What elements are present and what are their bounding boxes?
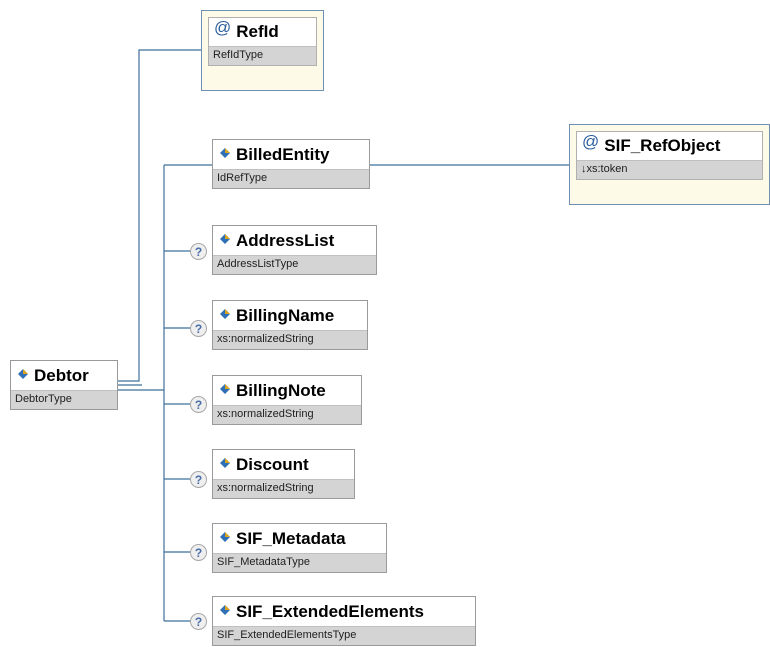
refid-type: RefIdType (209, 46, 316, 65)
element-diamond-icon (220, 604, 230, 615)
discount-title: Discount (213, 450, 354, 479)
sif-metadata-title: SIF_Metadata (213, 524, 386, 553)
at-sign-icon: @ (582, 132, 600, 151)
refid-title: @ RefId (209, 18, 316, 46)
billedentity-node[interactable]: BilledEntity IdRefType (212, 139, 370, 189)
discount-name: Discount (236, 454, 309, 474)
billingname-type: xs:normalizedString (213, 330, 367, 349)
sif-refobject-attribute-node[interactable]: @ SIF_RefObject ↓xs:token (569, 124, 770, 205)
billedentity-name: BilledEntity (236, 144, 330, 164)
billedentity-type: IdRefType (213, 169, 369, 188)
debtor-node[interactable]: Debtor DebtorType (10, 360, 118, 410)
at-sign-icon: @ (214, 18, 232, 37)
addresslist-name: AddressList (236, 230, 335, 250)
billingnote-node[interactable]: BillingNote xs:normalizedString (212, 375, 362, 425)
debtor-name: Debtor (34, 365, 89, 385)
billingname-title: BillingName (213, 301, 367, 330)
addresslist-title: AddressList (213, 226, 376, 255)
addresslist-node[interactable]: AddressList AddressListType (212, 225, 377, 275)
billingnote-title: BillingNote (213, 376, 361, 405)
sif-refobject-title: @ SIF_RefObject (577, 132, 762, 160)
question-mark-icon: ? (190, 396, 207, 413)
sif-extendedelements-type: SIF_ExtendedElementsType (213, 626, 475, 645)
element-diamond-icon (220, 531, 230, 542)
question-mark-icon: ? (190, 613, 207, 630)
sif-refobject-name: SIF_RefObject (604, 136, 721, 155)
question-mark-icon: ? (190, 544, 207, 561)
discount-type: xs:normalizedString (213, 479, 354, 498)
addresslist-type: AddressListType (213, 255, 376, 274)
refid-name: RefId (236, 22, 279, 41)
billingname-name: BillingName (236, 305, 335, 325)
billedentity-title: BilledEntity (213, 140, 369, 169)
question-mark-icon: ? (190, 471, 207, 488)
billingnote-type: xs:normalizedString (213, 405, 361, 424)
sif-metadata-node[interactable]: SIF_Metadata SIF_MetadataType (212, 523, 387, 573)
sif-metadata-name: SIF_Metadata (236, 528, 346, 548)
question-mark-icon: ? (190, 320, 207, 337)
question-mark-icon: ? (190, 243, 207, 260)
element-diamond-icon (220, 308, 230, 319)
element-diamond-icon (18, 368, 28, 379)
debtor-title: Debtor (11, 361, 117, 390)
element-diamond-icon (220, 457, 230, 468)
debtor-type: DebtorType (11, 390, 117, 409)
element-diamond-icon (220, 233, 230, 244)
element-diamond-icon (220, 147, 230, 158)
sif-extendedelements-name: SIF_ExtendedElements (236, 601, 425, 621)
sif-extendedelements-title: SIF_ExtendedElements (213, 597, 475, 626)
billingname-node[interactable]: BillingName xs:normalizedString (212, 300, 368, 350)
element-diamond-icon (220, 383, 230, 394)
refid-attribute-node[interactable]: @ RefId RefIdType (201, 10, 324, 91)
billingnote-name: BillingNote (236, 380, 326, 400)
sif-extendedelements-node[interactable]: SIF_ExtendedElements SIF_ExtendedElement… (212, 596, 476, 646)
sif-metadata-type: SIF_MetadataType (213, 553, 386, 572)
discount-node[interactable]: Discount xs:normalizedString (212, 449, 355, 499)
sif-refobject-type: ↓xs:token (577, 160, 762, 179)
